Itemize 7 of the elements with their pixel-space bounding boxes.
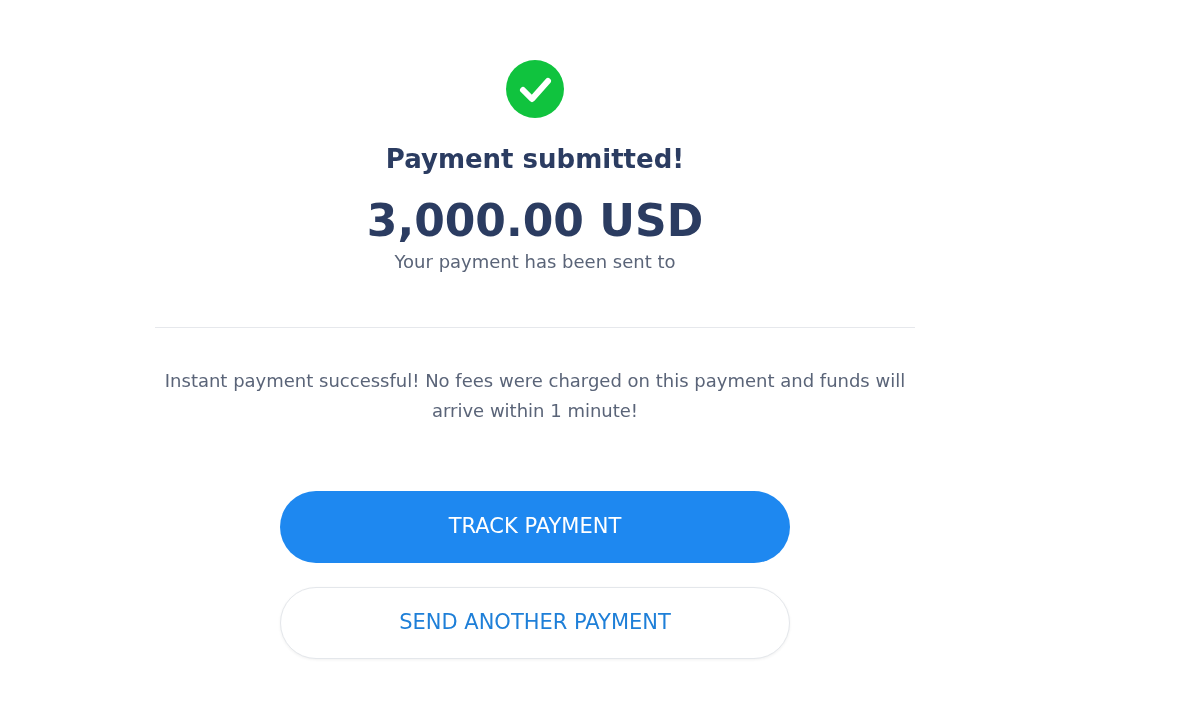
send-payment-button[interactable]: SEND ANOTHER PAYMENT [280, 587, 790, 659]
track-payment-button[interactable]: TRACK PAYMENT [280, 491, 790, 563]
payment-amount: 3,000.00 USD [366, 195, 704, 248]
checkmark-icon [506, 60, 564, 118]
confirmation-message: Instant payment successful! No fees were charged on this payment and funds will arrive within 1 minute! [163, 368, 907, 424]
status-title: Payment submitted! [385, 143, 685, 176]
recipient-text: Your payment has been sent to [394, 249, 676, 274]
